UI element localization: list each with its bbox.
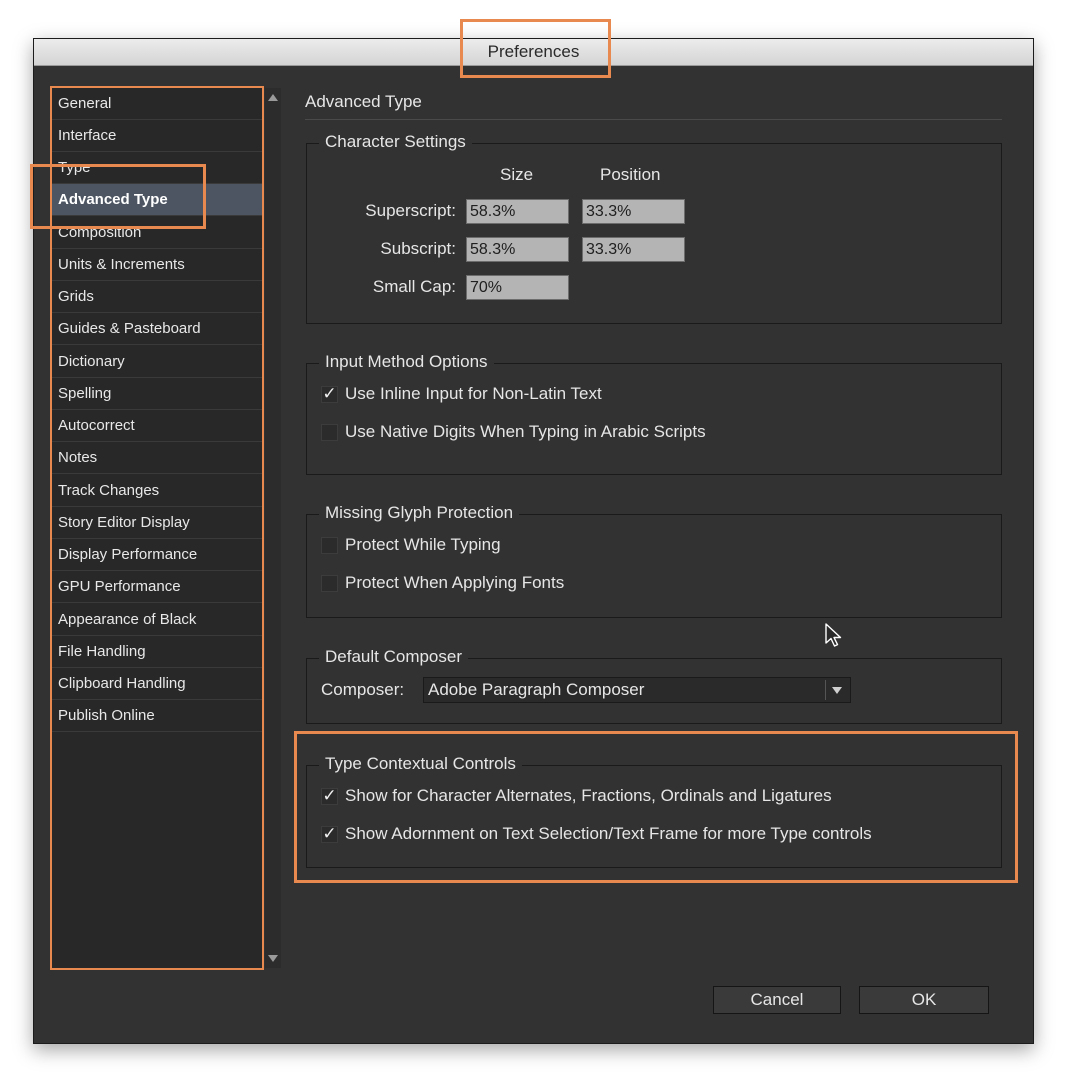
- window-title: Preferences: [487, 42, 580, 61]
- type-contextual-legend: Type Contextual Controls: [319, 754, 522, 774]
- missing-glyph-legend: Missing Glyph Protection: [319, 503, 520, 523]
- superscript-label: Superscript:: [365, 201, 456, 220]
- input-method-group: Input Method Options ✓ Use Inline Input …: [306, 352, 1002, 475]
- sidebar-item-story-editor-display[interactable]: Story Editor Display: [51, 507, 263, 539]
- sidebar-item-grids[interactable]: Grids: [51, 281, 263, 313]
- character-settings-legend: Character Settings: [319, 132, 472, 152]
- type-contextual-group: Type Contextual Controls ✓ Show for Char…: [306, 754, 1002, 868]
- sidebar-item-general[interactable]: General: [51, 88, 263, 120]
- default-composer-legend: Default Composer: [319, 647, 469, 667]
- subscript-position-field[interactable]: 33.3%: [582, 237, 685, 262]
- alternates-checkbox[interactable]: ✓: [321, 787, 338, 805]
- character-settings-group: Character Settings Size Position Supersc…: [306, 132, 1002, 324]
- sidebar-item-interface[interactable]: Interface: [51, 120, 263, 152]
- composer-label: Composer:: [321, 680, 405, 699]
- small-cap-field[interactable]: 70%: [466, 275, 569, 300]
- sidebar-item-clipboard-handling[interactable]: Clipboard Handling: [51, 668, 263, 700]
- protect-fonts-label[interactable]: Protect When Applying Fonts: [345, 573, 564, 593]
- protect-typing-label[interactable]: Protect While Typing: [345, 535, 501, 555]
- superscript-size-field[interactable]: 58.3%: [466, 199, 569, 224]
- sidebar-item-advanced-type[interactable]: Advanced Type: [51, 184, 263, 216]
- sidebar-item-publish-online[interactable]: Publish Online: [51, 700, 263, 732]
- sidebar: General Interface Type Advanced Type Com…: [51, 88, 263, 968]
- sidebar-item-spelling[interactable]: Spelling: [51, 378, 263, 410]
- small-cap-label: Small Cap:: [372, 277, 456, 296]
- composer-selected-value: Adobe Paragraph Composer: [428, 680, 645, 699]
- preferences-dialog: Preferences General Interface Type Advan…: [33, 38, 1034, 1044]
- sidebar-item-file-handling[interactable]: File Handling: [51, 636, 263, 668]
- sidebar-item-type[interactable]: Type: [51, 152, 263, 184]
- sidebar-item-dictionary[interactable]: Dictionary: [51, 346, 263, 378]
- adornment-label[interactable]: Show Adornment on Text Selection/Text Fr…: [345, 824, 872, 844]
- sidebar-item-autocorrect[interactable]: Autocorrect: [51, 410, 263, 442]
- size-column-header: Size: [500, 165, 534, 184]
- scroll-down-arrow-icon[interactable]: [268, 955, 278, 962]
- protect-fonts-checkbox[interactable]: [321, 575, 338, 592]
- missing-glyph-group: Missing Glyph Protection Protect While T…: [306, 503, 1002, 618]
- sidebar-item-track-changes[interactable]: Track Changes: [51, 475, 263, 507]
- sidebar-scrollbar[interactable]: [265, 88, 281, 968]
- title-bar[interactable]: Preferences: [34, 39, 1033, 66]
- sidebar-item-composition[interactable]: Composition: [51, 217, 263, 249]
- sidebar-item-appearance-of-black[interactable]: Appearance of Black: [51, 604, 263, 636]
- inline-input-checkbox[interactable]: ✓: [321, 385, 338, 403]
- subscript-label: Subscript:: [380, 239, 456, 258]
- scroll-up-arrow-icon[interactable]: [268, 94, 278, 101]
- page-title: Advanced Type: [305, 92, 422, 111]
- protect-typing-checkbox[interactable]: [321, 537, 338, 554]
- input-method-legend: Input Method Options: [319, 352, 494, 372]
- mouse-pointer-icon: [825, 623, 842, 647]
- superscript-position-field[interactable]: 33.3%: [582, 199, 685, 224]
- sidebar-item-guides-pasteboard[interactable]: Guides & Pasteboard: [51, 313, 263, 345]
- subscript-size-field[interactable]: 58.3%: [466, 237, 569, 262]
- title-divider: [305, 119, 1002, 120]
- native-digits-label[interactable]: Use Native Digits When Typing in Arabic …: [345, 422, 706, 442]
- alternates-label[interactable]: Show for Character Alternates, Fractions…: [345, 786, 832, 806]
- sidebar-item-display-performance[interactable]: Display Performance: [51, 539, 263, 571]
- cancel-button[interactable]: Cancel: [713, 986, 841, 1014]
- default-composer-group: Default Composer Composer: Adobe Paragra…: [306, 647, 1002, 724]
- ok-button[interactable]: OK: [859, 986, 989, 1014]
- native-digits-checkbox[interactable]: [321, 424, 338, 441]
- adornment-checkbox[interactable]: ✓: [321, 825, 338, 843]
- inline-input-label[interactable]: Use Inline Input for Non-Latin Text: [345, 384, 602, 404]
- sidebar-item-notes[interactable]: Notes: [51, 442, 263, 474]
- sidebar-item-units-increments[interactable]: Units & Increments: [51, 249, 263, 281]
- chevron-down-icon[interactable]: [832, 687, 842, 694]
- dropdown-separator: [825, 680, 826, 700]
- composer-dropdown[interactable]: Adobe Paragraph Composer: [423, 677, 851, 703]
- sidebar-item-gpu-performance[interactable]: GPU Performance: [51, 571, 263, 603]
- position-column-header: Position: [600, 165, 661, 184]
